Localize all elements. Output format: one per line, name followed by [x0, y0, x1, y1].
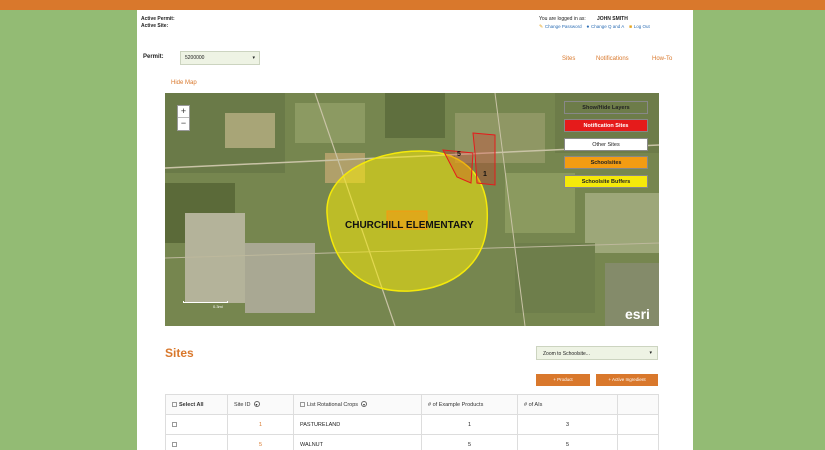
- sort-icon[interactable]: ▾: [253, 401, 260, 407]
- crops-header: List Rotational Crops ▾: [293, 394, 422, 415]
- pencil-icon: ✎: [539, 24, 544, 30]
- scale-bar: 0.3mi: [183, 301, 228, 309]
- change-qa-link[interactable]: Change Q and A: [591, 24, 624, 29]
- zoom-select-value: Zoom to Schoolsite...: [543, 351, 590, 357]
- site-id-link[interactable]: 1: [227, 414, 294, 435]
- question-icon: ●: [586, 24, 590, 30]
- sites-heading: Sites: [165, 346, 194, 360]
- empty-cell: [617, 414, 659, 435]
- tab-sites[interactable]: Sites: [562, 56, 575, 62]
- site-id-label: Site ID: [234, 402, 251, 408]
- layer-schoolsites[interactable]: Schoolsites: [564, 156, 648, 169]
- esri-logo: esri: [625, 306, 650, 322]
- table-header-row: Select All Site ID ▾ List Rotational Crop…: [165, 394, 659, 415]
- active-permit-label: Active Permit:: [141, 16, 175, 22]
- layer-other-sites[interactable]: Other Sites: [564, 138, 648, 151]
- hide-map-link[interactable]: Hide Map: [171, 80, 197, 86]
- layer-schoolsite-buffers[interactable]: Schoolsite Buffers: [564, 175, 648, 188]
- ais-label: # of AIs: [524, 401, 543, 408]
- select-all-label: Select All: [179, 401, 204, 408]
- account-links: ✎ Change Password ● Change Q and A ■ Log…: [539, 24, 650, 30]
- site-id-header[interactable]: Site ID ▾: [227, 394, 294, 415]
- products-cell: 5: [421, 434, 518, 450]
- site-id-link[interactable]: 5: [227, 434, 294, 450]
- tab-notifications[interactable]: Notifications: [596, 56, 629, 62]
- active-site-label: Active Site:: [141, 23, 169, 29]
- layer-label: Notification Sites: [583, 123, 629, 129]
- layer-label: Schoolsites: [590, 160, 622, 166]
- user-name: JOHN SMITH: [597, 16, 628, 22]
- table-row: 5 WALNUT 5 5: [165, 434, 659, 450]
- logged-in-label: You are logged in as:: [539, 16, 586, 22]
- sort-icon[interactable]: ▾: [361, 401, 368, 407]
- scale-bar-line: [183, 301, 228, 303]
- map-view[interactable]: + − 5 1 CHURCHILL ELEMENTARY Show/Hide L…: [165, 93, 659, 326]
- layer-label: Schoolsite Buffers: [581, 179, 631, 185]
- main-panel: Active Permit: Active Site: You are logg…: [137, 10, 693, 450]
- site-label-5: 5: [457, 151, 461, 158]
- chevron-down-icon: ▾: [252, 55, 255, 61]
- zoom-out-button[interactable]: −: [178, 118, 189, 130]
- layer-notification-sites[interactable]: Notification Sites: [564, 119, 648, 132]
- sites-table: Select All Site ID ▾ List Rotational Crop…: [165, 394, 659, 450]
- change-password-link[interactable]: Change Password: [545, 24, 582, 29]
- example-products-label: # of Example Products: [428, 401, 484, 408]
- permit-select[interactable]: 5200000 ▾: [180, 51, 260, 65]
- top-bar: [0, 0, 825, 10]
- example-products-header: # of Example Products: [421, 394, 518, 415]
- ais-cell: 5: [517, 434, 618, 450]
- lock-icon: ■: [628, 24, 633, 30]
- site-label-1: 1: [483, 171, 487, 178]
- show-hide-layers-button[interactable]: Show/Hide Layers: [564, 101, 648, 114]
- zoom-in-button[interactable]: +: [178, 106, 189, 118]
- scale-label: 0.3mi: [213, 304, 223, 309]
- layer-label: Show/Hide Layers: [582, 105, 630, 111]
- row-checkbox[interactable]: [172, 441, 177, 447]
- schoolsite-label: CHURCHILL ELEMENTARY: [345, 220, 474, 231]
- crop-cell: WALNUT: [293, 434, 422, 450]
- empty-cell: [617, 434, 659, 450]
- add-active-ingredient-button[interactable]: + Active Ingredient: [596, 374, 658, 386]
- crop-cell: PASTURELAND: [293, 414, 422, 435]
- tab-how-to[interactable]: How-To: [652, 56, 672, 62]
- ais-header: # of AIs: [517, 394, 618, 415]
- permit-label: Permit:: [143, 54, 164, 60]
- select-all-header[interactable]: Select All: [165, 394, 228, 415]
- table-row: 1 PASTURELAND 1 3: [165, 414, 659, 435]
- ais-cell: 3: [517, 414, 618, 435]
- list-crops-label: List Rotational Crops: [307, 402, 359, 408]
- row-select-cell: [165, 434, 228, 450]
- row-checkbox[interactable]: [172, 421, 177, 427]
- empty-header: [617, 394, 659, 415]
- zoom-to-schoolsite-select[interactable]: Zoom to Schoolsite... ▾: [536, 346, 658, 360]
- zoom-control: + −: [177, 105, 190, 131]
- permit-value: 5200000: [185, 55, 205, 61]
- add-product-button[interactable]: + Product: [536, 374, 590, 386]
- log-out-link[interactable]: Log Out: [634, 24, 650, 29]
- products-cell: 1: [421, 414, 518, 435]
- list-crops-checkbox[interactable]: [300, 402, 305, 408]
- layer-label: Other Sites: [592, 142, 620, 148]
- chevron-down-icon: ▾: [649, 350, 652, 356]
- select-all-checkbox[interactable]: [172, 401, 177, 407]
- row-select-cell: [165, 414, 228, 435]
